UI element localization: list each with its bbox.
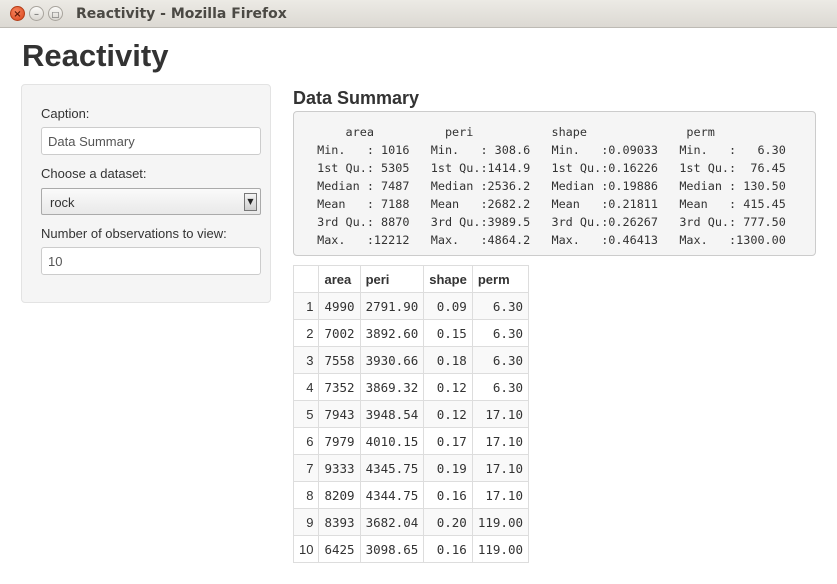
table-row: 3 7558 3930.66 0.18 6.30 — [292, 346, 530, 374]
table-cell: 8393 — [318, 508, 361, 536]
table-header-cell: peri — [359, 265, 425, 293]
table-cell: 4345.75 — [359, 454, 425, 482]
table-header-cell: perm — [471, 265, 530, 293]
table-cell: 6.30 — [471, 373, 530, 401]
table-cell: 7002 — [318, 319, 361, 347]
close-icon[interactable]: × — [10, 6, 25, 21]
window-titlebar: × – □ Reactivity - Mozilla Firefox — [0, 0, 837, 28]
table-cell: 4 — [292, 373, 320, 401]
table-cell: 6.30 — [471, 319, 530, 347]
table-cell: 4344.75 — [359, 481, 425, 509]
table-header-cell: area — [318, 265, 361, 293]
table-cell: 10 — [292, 535, 320, 563]
table-cell: 6.30 — [471, 346, 530, 374]
table-cell: 7979 — [318, 427, 361, 455]
page-title: Reactivity — [22, 38, 169, 73]
table-cell: 3892.60 — [359, 319, 425, 347]
summary-title: Data Summary — [293, 88, 420, 108]
data-table: area peri shape perm 1 4990 2791.90 0.09 6.30 2 7… — [292, 265, 530, 563]
obs-label: Number of observations to view: — [41, 226, 227, 241]
table-row: 1 4990 2791.90 0.09 6.30 — [292, 292, 530, 320]
table-cell: 2 — [292, 319, 320, 347]
obs-input[interactable] — [41, 247, 261, 275]
table-cell: 9 — [292, 508, 320, 536]
table-cell: 8 — [292, 481, 320, 509]
table-row: 5 7943 3948.54 0.12 17.10 — [292, 400, 530, 428]
table-header-row: area peri shape perm — [292, 265, 530, 293]
table-cell: 0.17 — [423, 427, 473, 455]
table-cell: 0.16 — [423, 535, 473, 563]
table-cell: 2791.90 — [359, 292, 425, 320]
summary-output: area peri shape perm Min. : 1016 Min. : … — [293, 111, 816, 256]
table-cell: 17.10 — [471, 454, 530, 482]
table-row: 10 6425 3098.65 0.16 119.00 — [292, 535, 530, 563]
summary-text: area peri shape perm Min. : 1016 Min. : … — [317, 125, 786, 247]
table-cell: 0.15 — [423, 319, 473, 347]
table-header-cell: shape — [423, 265, 473, 293]
table-cell: 3682.04 — [359, 508, 425, 536]
dataset-label: Choose a dataset: — [41, 166, 147, 181]
table-cell: 5 — [292, 400, 320, 428]
table-cell: 3098.65 — [359, 535, 425, 563]
table-cell: 17.10 — [471, 481, 530, 509]
table-cell: 7 — [292, 454, 320, 482]
minimize-icon[interactable]: – — [29, 6, 44, 21]
window-title: Reactivity - Mozilla Firefox — [76, 6, 287, 22]
table-row: 6 7979 4010.15 0.17 17.10 — [292, 427, 530, 455]
table-row: 8 8209 4344.75 0.16 17.10 — [292, 481, 530, 509]
dataset-select[interactable]: rock ▼ — [41, 188, 261, 215]
table-row: 4 7352 3869.32 0.12 6.30 — [292, 373, 530, 401]
table-cell: 8209 — [318, 481, 361, 509]
table-cell: 0.12 — [423, 400, 473, 428]
table-cell: 17.10 — [471, 400, 530, 428]
table-cell: 0.16 — [423, 481, 473, 509]
table-cell: 7352 — [318, 373, 361, 401]
table-cell: 6.30 — [471, 292, 530, 320]
table-row: 2 7002 3892.60 0.15 6.30 — [292, 319, 530, 347]
table-cell: 119.00 — [471, 535, 530, 563]
table-row: 7 9333 4345.75 0.19 17.10 — [292, 454, 530, 482]
table-cell: 3948.54 — [359, 400, 425, 428]
table-cell: 17.10 — [471, 427, 530, 455]
dataset-select-value: rock — [50, 195, 75, 210]
table-cell: 0.09 — [423, 292, 473, 320]
table-cell: 7558 — [318, 346, 361, 374]
table-cell: 4990 — [318, 292, 361, 320]
table-cell: 4010.15 — [359, 427, 425, 455]
sidebar-panel: Caption: Choose a dataset: rock ▼ Number… — [21, 84, 271, 303]
table-cell: 0.20 — [423, 508, 473, 536]
table-cell: 3 — [292, 346, 320, 374]
table-cell: 6425 — [318, 535, 361, 563]
table-cell: 3930.66 — [359, 346, 425, 374]
table-cell: 7943 — [318, 400, 361, 428]
table-cell: 1 — [292, 292, 320, 320]
table-cell: 119.00 — [471, 508, 530, 536]
maximize-icon[interactable]: □ — [48, 6, 63, 21]
table-cell: 0.18 — [423, 346, 473, 374]
table-cell: 0.19 — [423, 454, 473, 482]
chevron-down-icon[interactable]: ▼ — [244, 193, 257, 211]
table-cell: 9333 — [318, 454, 361, 482]
table-cell: 0.12 — [423, 373, 473, 401]
table-header-cell — [292, 265, 320, 293]
table-cell: 3869.32 — [359, 373, 425, 401]
caption-label: Caption: — [41, 106, 90, 121]
caption-input[interactable] — [41, 127, 261, 155]
table-cell: 6 — [292, 427, 320, 455]
table-row: 9 8393 3682.04 0.20 119.00 — [292, 508, 530, 536]
